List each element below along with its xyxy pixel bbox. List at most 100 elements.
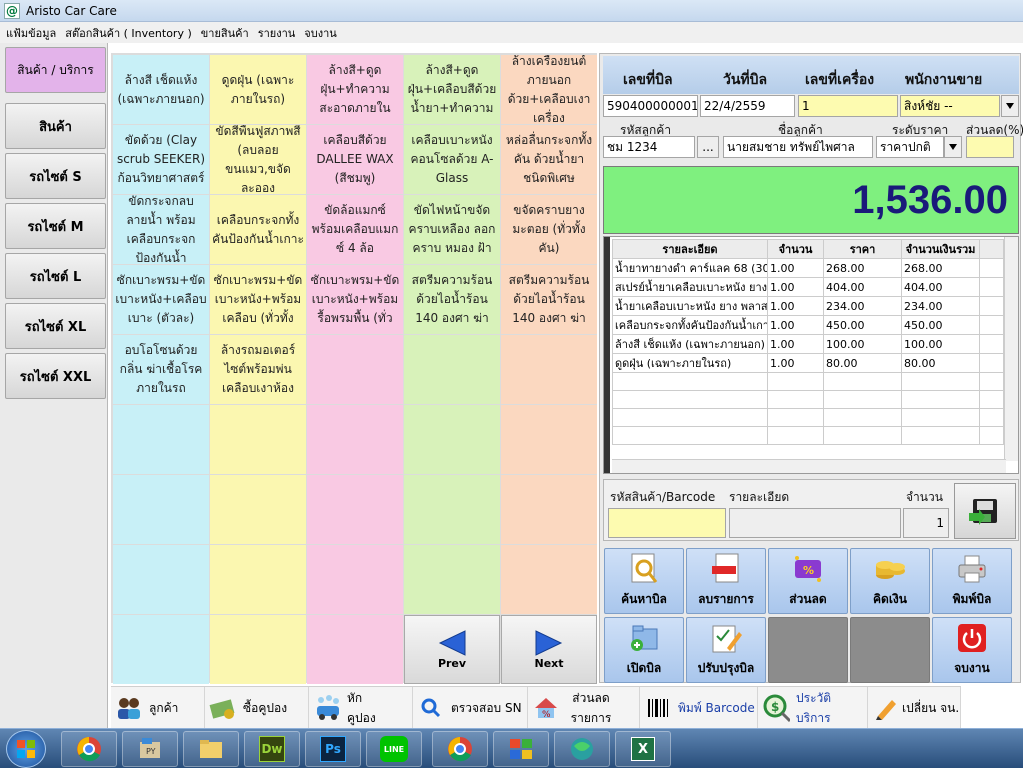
bill-date-field[interactable]: 22/4/2559 xyxy=(700,95,795,117)
service-button-empty[interactable] xyxy=(307,545,403,614)
category-products-services[interactable]: สินค้า / บริการ xyxy=(5,47,106,93)
table-row[interactable]: สเปรย์น้ำยาเคลือบเบาะหนัง ยาง 1.00 404.00 4… xyxy=(612,277,1004,297)
table-row[interactable]: น้ำยาเคลือบเบาะหนัง ยาง พลาสติก 1.00 234.0… xyxy=(612,296,1004,316)
service-button-empty[interactable] xyxy=(501,335,597,404)
price-level-select[interactable]: ราคาปกติ xyxy=(876,136,944,158)
category-products[interactable]: สินค้า xyxy=(5,103,106,149)
service-button-empty[interactable] xyxy=(210,475,306,544)
service-button-empty[interactable] xyxy=(404,545,500,614)
column-header[interactable]: รายละเอียด xyxy=(612,239,768,259)
save-item-button[interactable] xyxy=(954,483,1016,539)
table-row[interactable]: ล้างสี เช็ดแห้ง (เฉพาะภายนอก) 1.00 100.00 1… xyxy=(612,334,1004,354)
service-button-empty[interactable] xyxy=(501,545,597,614)
service-button-empty[interactable] xyxy=(113,615,209,684)
service-button[interactable]: ขัดสีพื้นฟูสภาพสี (ลบลอยขนแมว,ขจัดละออง xyxy=(210,125,306,194)
service-button-empty[interactable] xyxy=(210,545,306,614)
service-button[interactable]: ขัดด้วย (Clay scrub SEEKER) ก้อนวิทยาศาส… xyxy=(113,125,209,194)
service-button[interactable]: เคลือบเบาะหนังคอนโซลด้วย A-Glass xyxy=(404,125,500,194)
column-header[interactable]: จำนวนเงินรวม xyxy=(901,239,980,259)
service-button[interactable]: เคลือบสีด้วย DALLEE WAX (สีชมพู) xyxy=(307,125,403,194)
item-discount-button[interactable]: % ส่วนลดรายการ xyxy=(528,687,640,729)
service-button-empty[interactable] xyxy=(307,475,403,544)
open-bill-button[interactable]: เปิดบิล xyxy=(604,617,684,683)
prev-page-button[interactable]: Prev xyxy=(404,615,500,684)
service-button[interactable]: ดูดฝุ่น (เฉพาะภายในรถ) xyxy=(210,55,306,124)
service-button[interactable]: ซักเบาะพรม+ขัดเบาะหนัง+พร้อมรื้อพรมพื้น … xyxy=(307,265,403,334)
service-button[interactable]: ล้างสี+ดูดฝุ่น+ทำความสะอาดภายใน xyxy=(307,55,403,124)
customer-browse-button[interactable]: ... xyxy=(697,136,719,158)
exit-button[interactable]: จบงาน xyxy=(932,617,1012,683)
horizontal-scrollbar[interactable] xyxy=(612,459,1006,473)
checkout-button[interactable]: คิดเงิน xyxy=(850,548,930,614)
service-button-empty[interactable] xyxy=(307,335,403,404)
next-page-button[interactable]: Next xyxy=(501,615,597,684)
taskbar-excel[interactable]: X xyxy=(615,731,671,767)
service-button[interactable]: สตรีมความร้อนด้วยไอน้ำร้อน 140 องศา ฆ่า xyxy=(501,265,597,334)
category-car-size-m[interactable]: รถไซต์ M xyxy=(5,203,106,249)
table-row[interactable]: เคลือบกระจกทั้งคันป้องกันน้ำเกาะ 1.00 450.… xyxy=(612,315,1004,335)
update-bill-button[interactable]: ปรับปรุงบิล xyxy=(686,617,766,683)
service-button[interactable]: ขัดไฟหน้าขจัดคราบเหลือง ลอกคราบ หมอง ฝ้า xyxy=(404,195,500,264)
service-button[interactable]: ซักเบาะพรม+ขัดเบาะหนัง+เคลือบเบาะ (ตัวละ… xyxy=(113,265,209,334)
staff-select[interactable]: สิงห์ชัย -- xyxy=(900,95,1000,117)
column-header[interactable]: จำนวน xyxy=(767,239,824,259)
print-barcode-button[interactable]: พิมพ์ Barcode xyxy=(640,687,758,729)
service-button[interactable]: ซักเบาะพรม+ขัดเบาะหนัง+พร้อมเคลือบ (ทั่ว… xyxy=(210,265,306,334)
service-button[interactable]: ล้างเครื่องยนต์ภายนอกด้วย+เคลือบเงาเครื่… xyxy=(501,55,597,124)
delete-item-button[interactable]: ลบรายการ xyxy=(686,548,766,614)
customer-code-field[interactable]: ชม 1234 xyxy=(603,136,695,158)
barcode-input[interactable] xyxy=(608,508,726,538)
category-car-size-s[interactable]: รถไซต์ S xyxy=(5,153,106,199)
menu-exit[interactable]: จบงาน xyxy=(304,24,337,42)
barcode-qty-field[interactable]: 1 xyxy=(903,508,949,538)
service-button[interactable]: ขจัดคราบยางมะตอย (ทั่วทั้งคัน) xyxy=(501,195,597,264)
service-button[interactable]: สตรีมความร้อนด้วยไอน้ำร้อน 140 องศา ฆ่า xyxy=(404,265,500,334)
service-button-empty[interactable] xyxy=(210,615,306,684)
table-row[interactable]: ดูดฝุ่น (เฉพาะภายในรถ) 1.00 80.00 80.00 xyxy=(612,353,1004,373)
machine-no-field[interactable]: 1 xyxy=(798,95,898,117)
taskbar-explorer[interactable] xyxy=(183,731,239,767)
service-button[interactable]: อบโอโซนด้วยกลิ่น ฆ่าเชื้อโรคภายในรถ xyxy=(113,335,209,404)
customer-button[interactable]: ลูกค้า xyxy=(111,687,205,729)
menu-inventory[interactable]: สต๊อกสินค้า ( Inventory ) xyxy=(65,24,192,42)
service-button-empty[interactable] xyxy=(501,405,597,474)
service-button[interactable]: หล่อลื่นกระจกทั้งคัน ด้วยน้ำยาชนิดพิเศษ xyxy=(501,125,597,194)
taskbar-chrome[interactable] xyxy=(61,731,117,767)
service-button[interactable]: ล้างรถมอเตอร์ไซต์พร้อมพ่นเคลือบเงาห้อง xyxy=(210,335,306,404)
category-car-size-l[interactable]: รถไซต์ L xyxy=(5,253,106,299)
vertical-scrollbar[interactable] xyxy=(1004,237,1018,461)
check-sn-button[interactable]: ตรวจสอบ SN xyxy=(413,687,528,729)
service-button-empty[interactable] xyxy=(113,405,209,474)
discount-button[interactable]: % ส่วนลด xyxy=(768,548,848,614)
staff-dropdown-arrow-icon[interactable] xyxy=(1001,95,1019,117)
start-button[interactable] xyxy=(6,730,46,768)
taskbar-line[interactable]: LINE xyxy=(366,731,422,767)
taskbar-photoshop[interactable]: Ps xyxy=(305,731,361,767)
service-button[interactable]: ขัดกระจกลบลายน้ำ พร้อมเคลือบกระจกป้องกัน… xyxy=(113,195,209,264)
service-history-button[interactable]: $ ประวัติบริการ xyxy=(758,687,868,729)
column-header[interactable]: ราคา xyxy=(823,239,902,259)
service-button-empty[interactable] xyxy=(307,615,403,684)
service-button-empty[interactable] xyxy=(404,405,500,474)
category-car-size-xl[interactable]: รถไซต์ XL xyxy=(5,303,106,349)
price-level-dropdown-arrow-icon[interactable] xyxy=(944,136,962,158)
taskbar-windows-app[interactable] xyxy=(493,731,549,767)
menu-file[interactable]: แฟ้มข้อมูล xyxy=(6,24,56,42)
menu-sales[interactable]: ขายสินค้า xyxy=(201,24,249,42)
taskbar-chrome-2[interactable] xyxy=(432,731,488,767)
service-button-empty[interactable] xyxy=(501,475,597,544)
taskbar-pos-app[interactable]: PY xyxy=(122,731,178,767)
table-row[interactable]: น้ำยาทายางดำ คาร์แลค 68 (300 ml)1.00268.… xyxy=(612,258,1004,278)
customer-name-field[interactable]: นายสมชาย ทรัพย์ไพศาล xyxy=(723,136,873,158)
change-staff-button[interactable]: เปลี่ยน จน. xyxy=(868,687,961,729)
menu-reports[interactable]: รายงาน xyxy=(258,24,296,42)
service-button-empty[interactable] xyxy=(210,405,306,474)
buy-coupon-button[interactable]: ซื้อคูปอง xyxy=(205,687,309,729)
service-button[interactable]: ขัดล้อแมกซ์ พร้อมเคลือบแมกซ์ 4 ล้อ xyxy=(307,195,403,264)
category-car-size-xxl[interactable]: รถไซต์ XXL xyxy=(5,353,106,399)
use-coupon-button[interactable]: หักคูปอง xyxy=(309,687,413,729)
service-button-empty[interactable] xyxy=(307,405,403,474)
service-button[interactable]: ล้างสี เช็ดแห้ง (เฉพาะภายนอก) xyxy=(113,55,209,124)
search-bill-button[interactable]: ค้นหาบิล xyxy=(604,548,684,614)
service-button-empty[interactable] xyxy=(404,475,500,544)
